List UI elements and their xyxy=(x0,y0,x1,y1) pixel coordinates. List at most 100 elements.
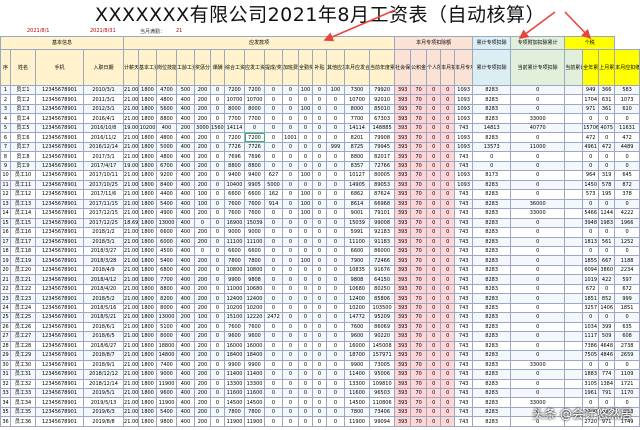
cell-other-payable[interactable]: 100 xyxy=(326,84,346,96)
cell-payable-salary[interactable]: 12220 xyxy=(244,312,266,323)
cell-monthly-deduction-total[interactable]: 1093 xyxy=(454,132,474,143)
cell-taxable-income-ytd[interactable]: 3257 xyxy=(582,302,600,314)
cell-skill-salary[interactable]: 5600 xyxy=(156,103,178,115)
cell-monthly-deduction-total[interactable]: 743 xyxy=(454,283,474,295)
cell-combined-salary[interactable]: 7200 xyxy=(224,84,246,96)
cell-pay-days[interactable]: 21.00 xyxy=(123,359,140,371)
cell-hire-date[interactable]: 2012/3/1 xyxy=(82,103,125,115)
cell-monthly-payable-total[interactable]: 10200 xyxy=(344,302,371,314)
cell-income-tax[interactable]: 0 xyxy=(426,94,442,105)
cell-social-insurance[interactable]: 393 xyxy=(394,227,412,238)
cell-current-cumulative-deduction[interactable]: 0 xyxy=(510,274,566,285)
cell-current-cumulative-deduction[interactable]: 0 xyxy=(510,94,566,105)
cell-monthly-deduction-total[interactable]: 743 xyxy=(454,245,474,257)
cell-combined-salary[interactable]: 7700 xyxy=(224,113,246,124)
cell-phone[interactable]: 12345678901 xyxy=(35,340,84,352)
cell-prior-tax-paid[interactable]: 0 xyxy=(598,151,616,162)
cell-phone[interactable]: 12345678901 xyxy=(35,179,84,191)
cell-prior-tax-paid[interactable]: 0 xyxy=(598,359,616,371)
cell-current-tax[interactable]: 1851 xyxy=(614,302,640,314)
cell-seniority-pay[interactable]: 400 xyxy=(176,283,196,295)
cell-lesson-fee[interactable]: 0 xyxy=(210,283,226,295)
cell-seniority-pay[interactable]: 400 xyxy=(176,387,196,399)
cell-other-payable[interactable]: 0 xyxy=(326,350,346,361)
cell-social-insurance[interactable]: 393 xyxy=(394,406,412,418)
cell-skill-salary[interactable]: 4800 xyxy=(156,132,178,143)
cell-payable-salary[interactable]: 14500 xyxy=(244,397,266,408)
cell-prior-tax-paid[interactable]: 399 xyxy=(598,321,616,333)
cell-attendance-bonus[interactable]: 0 xyxy=(298,283,314,295)
cell-attendance-bonus[interactable]: 0 xyxy=(298,122,314,134)
cell-monthly-payable-total[interactable]: 14114 xyxy=(344,122,371,134)
cell-seniority-pay[interactable]: 400 xyxy=(176,198,196,210)
cell-cumulative-deduction[interactable]: 14813 xyxy=(472,122,512,134)
cell-income-tax[interactable]: 0 xyxy=(426,312,442,323)
cell-cumulative-deduction[interactable]: 8283 xyxy=(472,274,512,285)
cell-ytd-payable-total[interactable]: 85010 xyxy=(369,103,396,115)
cell-bonus-penalty[interactable]: 200 xyxy=(194,227,212,238)
cell-cumulative-special-additional[interactable] xyxy=(564,217,584,229)
cell-attendance-bonus[interactable]: 0 xyxy=(298,141,314,153)
cell-monthly-payable-total[interactable]: 9600 xyxy=(344,331,371,342)
cell-ytd-payable-total[interactable]: 148885 xyxy=(369,122,396,134)
cell-name[interactable]: 员工36 xyxy=(10,416,36,427)
cell-phone[interactable]: 12345678901 xyxy=(35,217,84,229)
cell-cumulative-deduction[interactable]: 8283 xyxy=(472,397,512,408)
cell-allowance[interactable]: 0 xyxy=(312,378,328,390)
cell-overtime-pay[interactable]: 0 xyxy=(282,84,300,96)
cell-cumulative-special-additional[interactable] xyxy=(564,340,584,352)
cell-current-tax[interactable]: 583 xyxy=(614,84,640,96)
cell-ytd-payable-total[interactable]: 87624 xyxy=(369,189,396,200)
cell-payable-salary[interactable]: 7200 xyxy=(244,84,266,96)
cell-monthly-deduction[interactable]: 0 xyxy=(440,160,456,172)
cell-payable-salary[interactable]: 15039 xyxy=(244,217,266,229)
cell-monthly-deduction-total[interactable]: 743 xyxy=(454,274,474,285)
cell-current-tax[interactable]: 2738 xyxy=(614,340,640,352)
cell-prior-tax-paid[interactable]: 0 xyxy=(598,160,616,172)
cell-bonus-penalty[interactable]: 200 xyxy=(194,141,212,153)
cell-overtime-pay[interactable]: 0 xyxy=(282,189,300,200)
cell-current-tax[interactable]: 4222 xyxy=(614,208,640,219)
cell-other-payable[interactable]: 0 xyxy=(326,359,346,371)
cell-income-tax[interactable]: 0 xyxy=(426,340,442,352)
cell-prior-tax-paid[interactable]: 4846 xyxy=(598,350,616,361)
cell-index[interactable]: 26 xyxy=(0,321,11,333)
cell-cumulative-special-additional[interactable] xyxy=(564,350,584,361)
cell-income-tax[interactable]: 0 xyxy=(426,198,442,210)
cell-phone[interactable]: 12345678901 xyxy=(35,113,84,124)
cell-bonus-penalty[interactable]: 3000 xyxy=(194,122,212,134)
cell-monthly-deduction[interactable]: 0 xyxy=(440,132,456,143)
cell-monthly-deduction-total[interactable]: 743 xyxy=(454,217,474,229)
cell-base-salary[interactable]: 1800 xyxy=(138,160,158,172)
cell-skill-salary[interactable]: 9000 xyxy=(156,369,178,380)
cell-other-payable[interactable]: 0 xyxy=(326,378,346,390)
cell-base-salary[interactable]: 1800 xyxy=(138,416,158,427)
cell-current-cumulative-deduction[interactable]: 0 xyxy=(510,217,566,229)
cell-overtime-pay[interactable]: 0 xyxy=(282,406,300,418)
cell-allowance[interactable]: 0 xyxy=(312,217,328,229)
cell-taxable-income-ytd[interactable]: 1019 xyxy=(582,274,600,285)
cell-hire-date[interactable]: 2017/11/15 xyxy=(82,198,125,210)
cell-pay-days[interactable]: 21.00 xyxy=(123,321,140,333)
cell-skill-salary[interactable]: 14800 xyxy=(156,350,178,361)
cell-prior-tax-paid[interactable]: 791 xyxy=(598,387,616,399)
cell-ytd-payable-total[interactable]: 82017 xyxy=(369,151,396,162)
cell-current-tax[interactable]: 999 xyxy=(614,293,640,304)
cell-ytd-payable-total[interactable]: 80005 xyxy=(369,170,396,181)
cell-other-payable[interactable]: 0 xyxy=(326,274,346,285)
cell-cumulative-special-additional[interactable] xyxy=(564,283,584,295)
cell-combined-salary[interactable]: 14114 xyxy=(224,122,246,134)
cell-attendance-bonus[interactable]: 0 xyxy=(298,378,314,390)
cell-hire-date[interactable]: 2018/12/12 xyxy=(82,369,125,380)
cell-name[interactable]: 员工14 xyxy=(10,208,36,219)
cell-index[interactable]: 28 xyxy=(0,340,11,352)
cell-current-cumulative-deduction[interactable]: 0 xyxy=(510,255,566,266)
cell-commission[interactable]: 0 xyxy=(264,255,284,266)
cell-cumulative-deduction[interactable]: 8283 xyxy=(472,236,512,247)
cell-seniority-pay[interactable]: 400 xyxy=(176,302,196,314)
cell-payable-salary[interactable]: 8800 xyxy=(244,160,266,172)
cell-current-tax[interactable]: 472 xyxy=(614,132,640,143)
cell-base-salary[interactable]: 1800 xyxy=(138,217,158,229)
cell-pay-days[interactable]: 21.00 xyxy=(123,255,140,266)
cell-commission[interactable]: 914 xyxy=(264,198,284,210)
